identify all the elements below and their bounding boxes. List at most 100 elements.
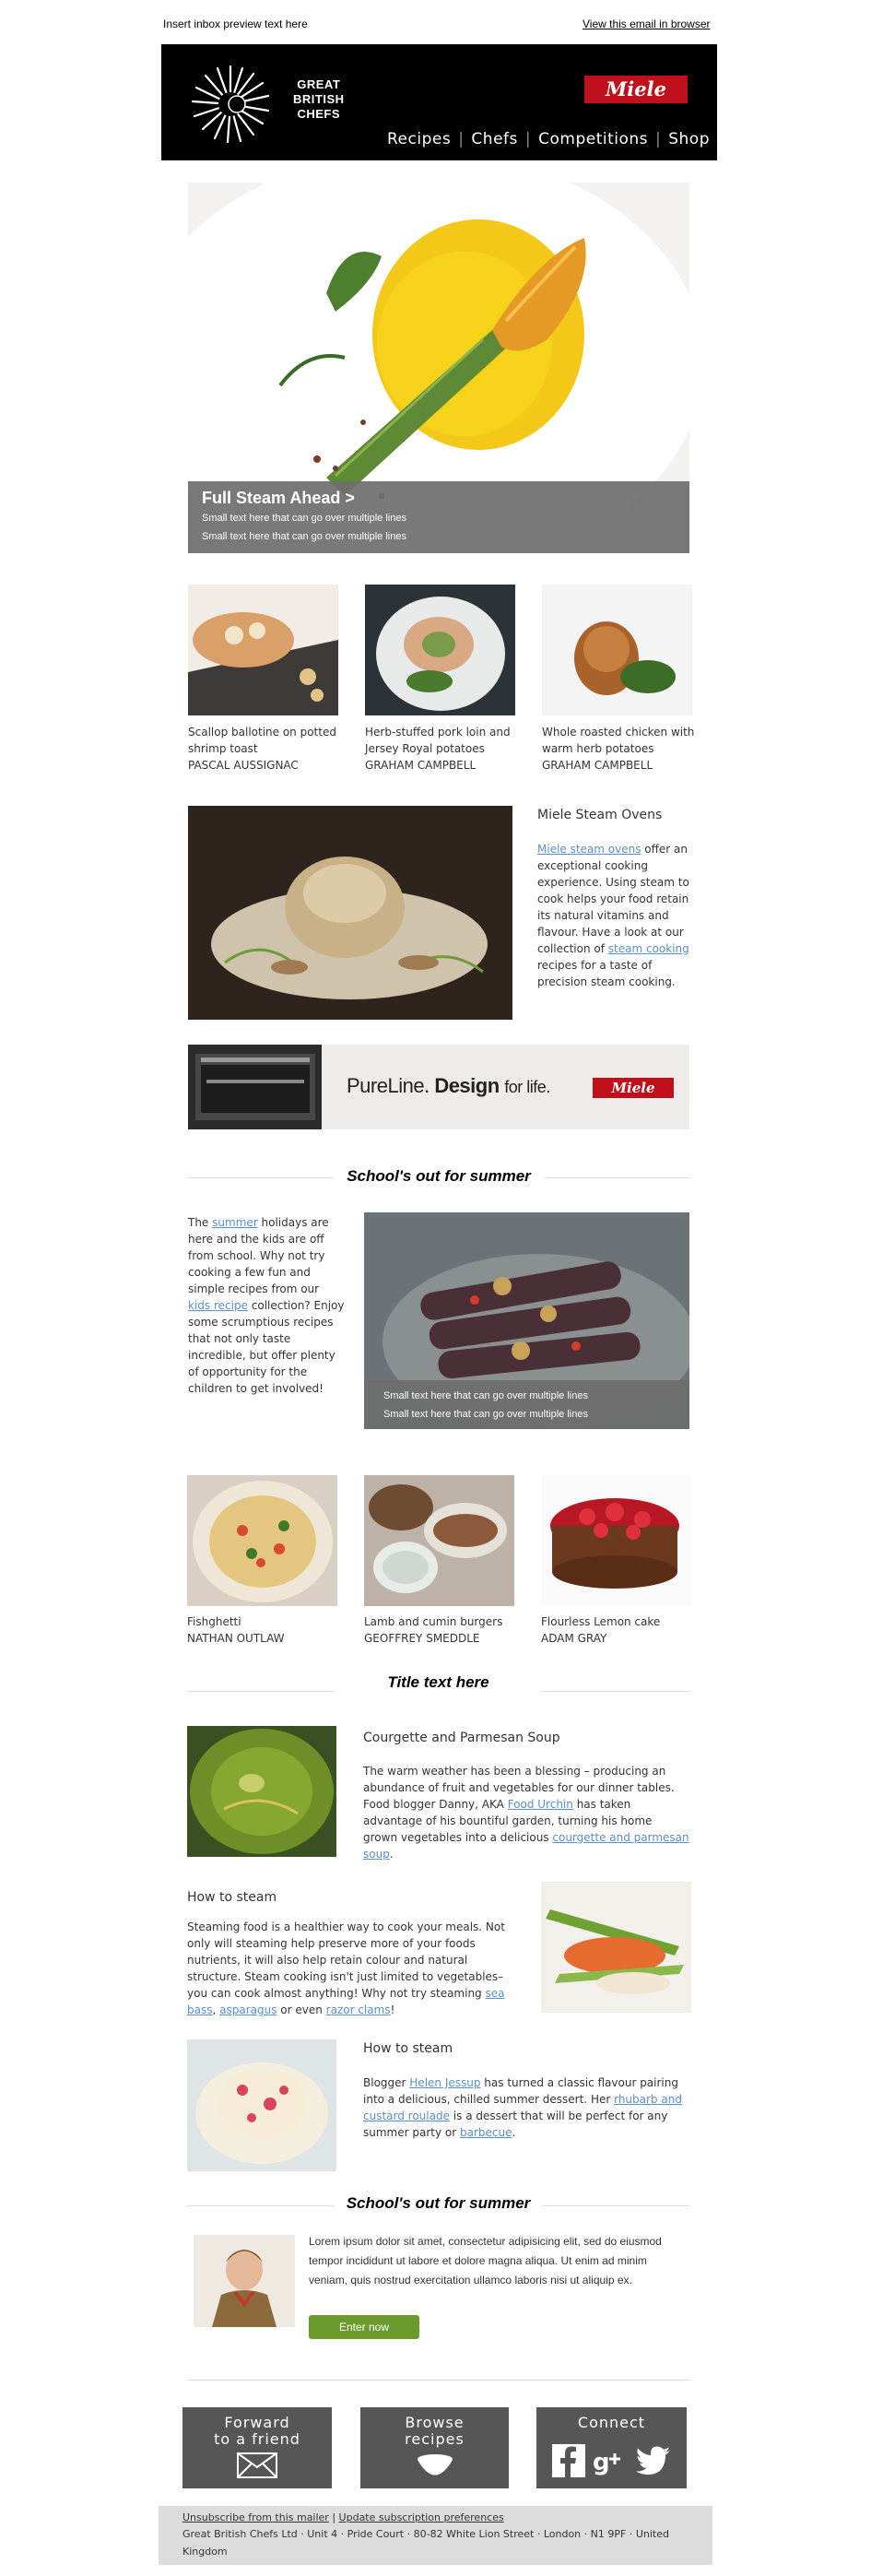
facebook-icon[interactable]: [551, 2444, 585, 2477]
divider: [187, 2205, 335, 2206]
miele-logo[interactable]: Miele: [584, 76, 688, 103]
article-image-steam[interactable]: [541, 1882, 691, 2013]
nav-recipes[interactable]: Recipes: [387, 130, 451, 148]
hero-title[interactable]: Full Steam Ahead >: [202, 489, 355, 508]
razor-clams-link[interactable]: razor clams: [326, 2003, 391, 2016]
recipe-card-6[interactable]: Flourless Lemon cake ADAM GRAY: [541, 1613, 698, 1647]
article2-text: Steaming food is a healthier way to cook…: [187, 1919, 519, 2018]
connect-label: Connect: [577, 2414, 646, 2431]
body-text: !: [390, 2003, 395, 2016]
recipe-image-chicken[interactable]: [542, 585, 692, 715]
enter-now-button[interactable]: Enter now: [309, 2315, 419, 2339]
nav-shop[interactable]: Shop: [668, 130, 710, 148]
svg-text:g: g: [593, 2449, 611, 2476]
title-section-heading: Title text here: [387, 1673, 489, 1691]
nav-competitions[interactable]: Competitions: [538, 130, 648, 148]
body-text: ,: [212, 2003, 220, 2016]
article3-text: Blogger Helen Jessup has turned a classi…: [363, 2074, 689, 2141]
recipe-chef: GEOFFREY SMEDDLE: [364, 1632, 480, 1645]
recipe-card-5[interactable]: Lamb and cumin burgers GEOFFREY SMEDDLE: [364, 1613, 521, 1647]
brand-line-3: CHEFS: [297, 107, 341, 121]
footer-separator: |: [328, 2511, 339, 2523]
bowl-icon: [417, 2453, 453, 2476]
banner-design: Design: [434, 1074, 500, 1097]
preheader-text: Insert inbox preview text here: [163, 18, 308, 30]
browse-label: recipes: [405, 2430, 465, 2448]
recipe-name: Scallop ballotine on potted: [188, 726, 336, 739]
divider: [187, 2380, 689, 2381]
kids-recipe-link[interactable]: kids recipe: [188, 1299, 248, 1312]
competition-text: Lorem ipsum dolor sit amet, consectetur …: [309, 2235, 662, 2286]
brand-line-1: GREAT: [297, 77, 341, 91]
body-text: The: [188, 1216, 213, 1229]
recipe-image-lemon-cake[interactable]: [541, 1475, 691, 1606]
recipe-image-lamb-burgers[interactable]: [364, 1475, 514, 1606]
miele-feature-image[interactable]: [188, 806, 512, 1020]
steam-cooking-link[interactable]: steam cooking: [608, 942, 689, 955]
miele-steam-ovens-link[interactable]: Miele steam ovens: [537, 843, 641, 856]
body-text: recipes for a taste of precision steam c…: [537, 959, 676, 988]
body-text: .: [512, 2126, 516, 2139]
footer-address: Great British Chefs Ltd · Unit 4 · Pride…: [182, 2528, 669, 2558]
asparagus-link[interactable]: asparagus: [219, 2003, 277, 2016]
food-urchin-link[interactable]: Food Urchin: [508, 1798, 573, 1811]
recipe-image-fishghetti[interactable]: [187, 1475, 337, 1606]
barbecue-link[interactable]: barbecue: [460, 2126, 512, 2139]
great-british-chefs-logo-icon[interactable]: [189, 63, 272, 146]
update-preferences-link[interactable]: Update subscription preferences: [339, 2511, 504, 2523]
nav-separator: |: [655, 130, 662, 148]
school-caption-panel: [364, 1380, 689, 1429]
nav-separator: |: [524, 130, 532, 148]
article-image-soup[interactable]: [187, 1726, 336, 1857]
recipe-name: Lamb and cumin burgers: [364, 1615, 503, 1628]
hero-caption-line-2: Small text here that can go over multipl…: [202, 531, 406, 542]
miele-feature-title: Miele Steam Ovens: [537, 808, 663, 822]
recipe-card-4[interactable]: Fishghetti NATHAN OUTLAW: [187, 1613, 344, 1647]
body-text: or even: [277, 2003, 326, 2016]
article-image-roulade[interactable]: [187, 2039, 336, 2171]
view-in-browser-link[interactable]: View this email in browser: [583, 18, 711, 30]
forward-label: Forward: [224, 2414, 290, 2431]
body-text: Blogger: [363, 2076, 410, 2089]
divider: [542, 1691, 689, 1692]
footer-links: Unsubscribe from this mailer | Update su…: [182, 2509, 689, 2526]
browse-recipes-button[interactable]: Browse recipes: [360, 2407, 509, 2488]
nav-chefs[interactable]: Chefs: [471, 130, 517, 148]
envelope-icon: [237, 2452, 277, 2478]
body-text: .: [389, 1848, 394, 1861]
google-plus-icon[interactable]: g: [593, 2444, 628, 2477]
brand-wordmark: GREAT BRITISH CHEFS: [293, 77, 345, 122]
twitter-icon[interactable]: [635, 2444, 672, 2477]
school-heading: School's out for summer: [347, 1167, 531, 1185]
recipe-chef: ADAM GRAY: [541, 1632, 607, 1645]
recipe-name: Herb-stuffed pork loin and: [365, 726, 511, 739]
article3-title: How to steam: [363, 2041, 453, 2056]
divider: [188, 1177, 333, 1178]
recipe-name: Whole roasted chicken with: [542, 726, 695, 739]
school-caption-line-1: Small text here that can go over multipl…: [383, 1390, 588, 1401]
forward-to-friend-button[interactable]: Forward to a friend: [182, 2407, 332, 2488]
unsubscribe-link[interactable]: Unsubscribe from this mailer: [182, 2511, 329, 2523]
recipe-chef: NATHAN OUTLAW: [187, 1632, 285, 1645]
school-caption-line-2: Small text here that can go over multipl…: [383, 1409, 588, 1420]
forward-label: to a friend: [214, 2430, 300, 2448]
main-nav: Recipes | Chefs | Competitions | Shop: [387, 130, 710, 148]
divider: [542, 2205, 689, 2206]
miele-feature-text: Miele steam ovens offer an exceptional c…: [537, 841, 694, 990]
recipe-card-3[interactable]: Whole roasted chicken with warm herb pot…: [542, 724, 699, 774]
summer-link[interactable]: summer: [212, 1216, 258, 1229]
recipe-card-2[interactable]: Herb-stuffed pork loin and Jersey Royal …: [365, 724, 522, 774]
recipe-image-pork[interactable]: [365, 585, 515, 715]
recipe-card-1[interactable]: Scallop ballotine on potted shrimp toast…: [188, 724, 345, 774]
recipe-image-scallop[interactable]: [188, 585, 338, 715]
article2-title: How to steam: [187, 1890, 277, 1905]
browse-label: Browse: [405, 2414, 465, 2431]
helen-jessup-link[interactable]: Helen Jessup: [409, 2076, 480, 2089]
article1-text: The warm weather has been a blessing – p…: [363, 1763, 689, 1862]
nav-separator: |: [458, 130, 465, 148]
banner-miele-logo: Miele: [593, 1078, 674, 1098]
recipe-name: Fishghetti: [187, 1615, 241, 1628]
body-text: collection? Enjoy some scrumptious recip…: [188, 1299, 345, 1395]
brand-line-2: BRITISH: [293, 92, 345, 106]
recipe-chef: GRAHAM CAMPBELL: [542, 759, 653, 772]
